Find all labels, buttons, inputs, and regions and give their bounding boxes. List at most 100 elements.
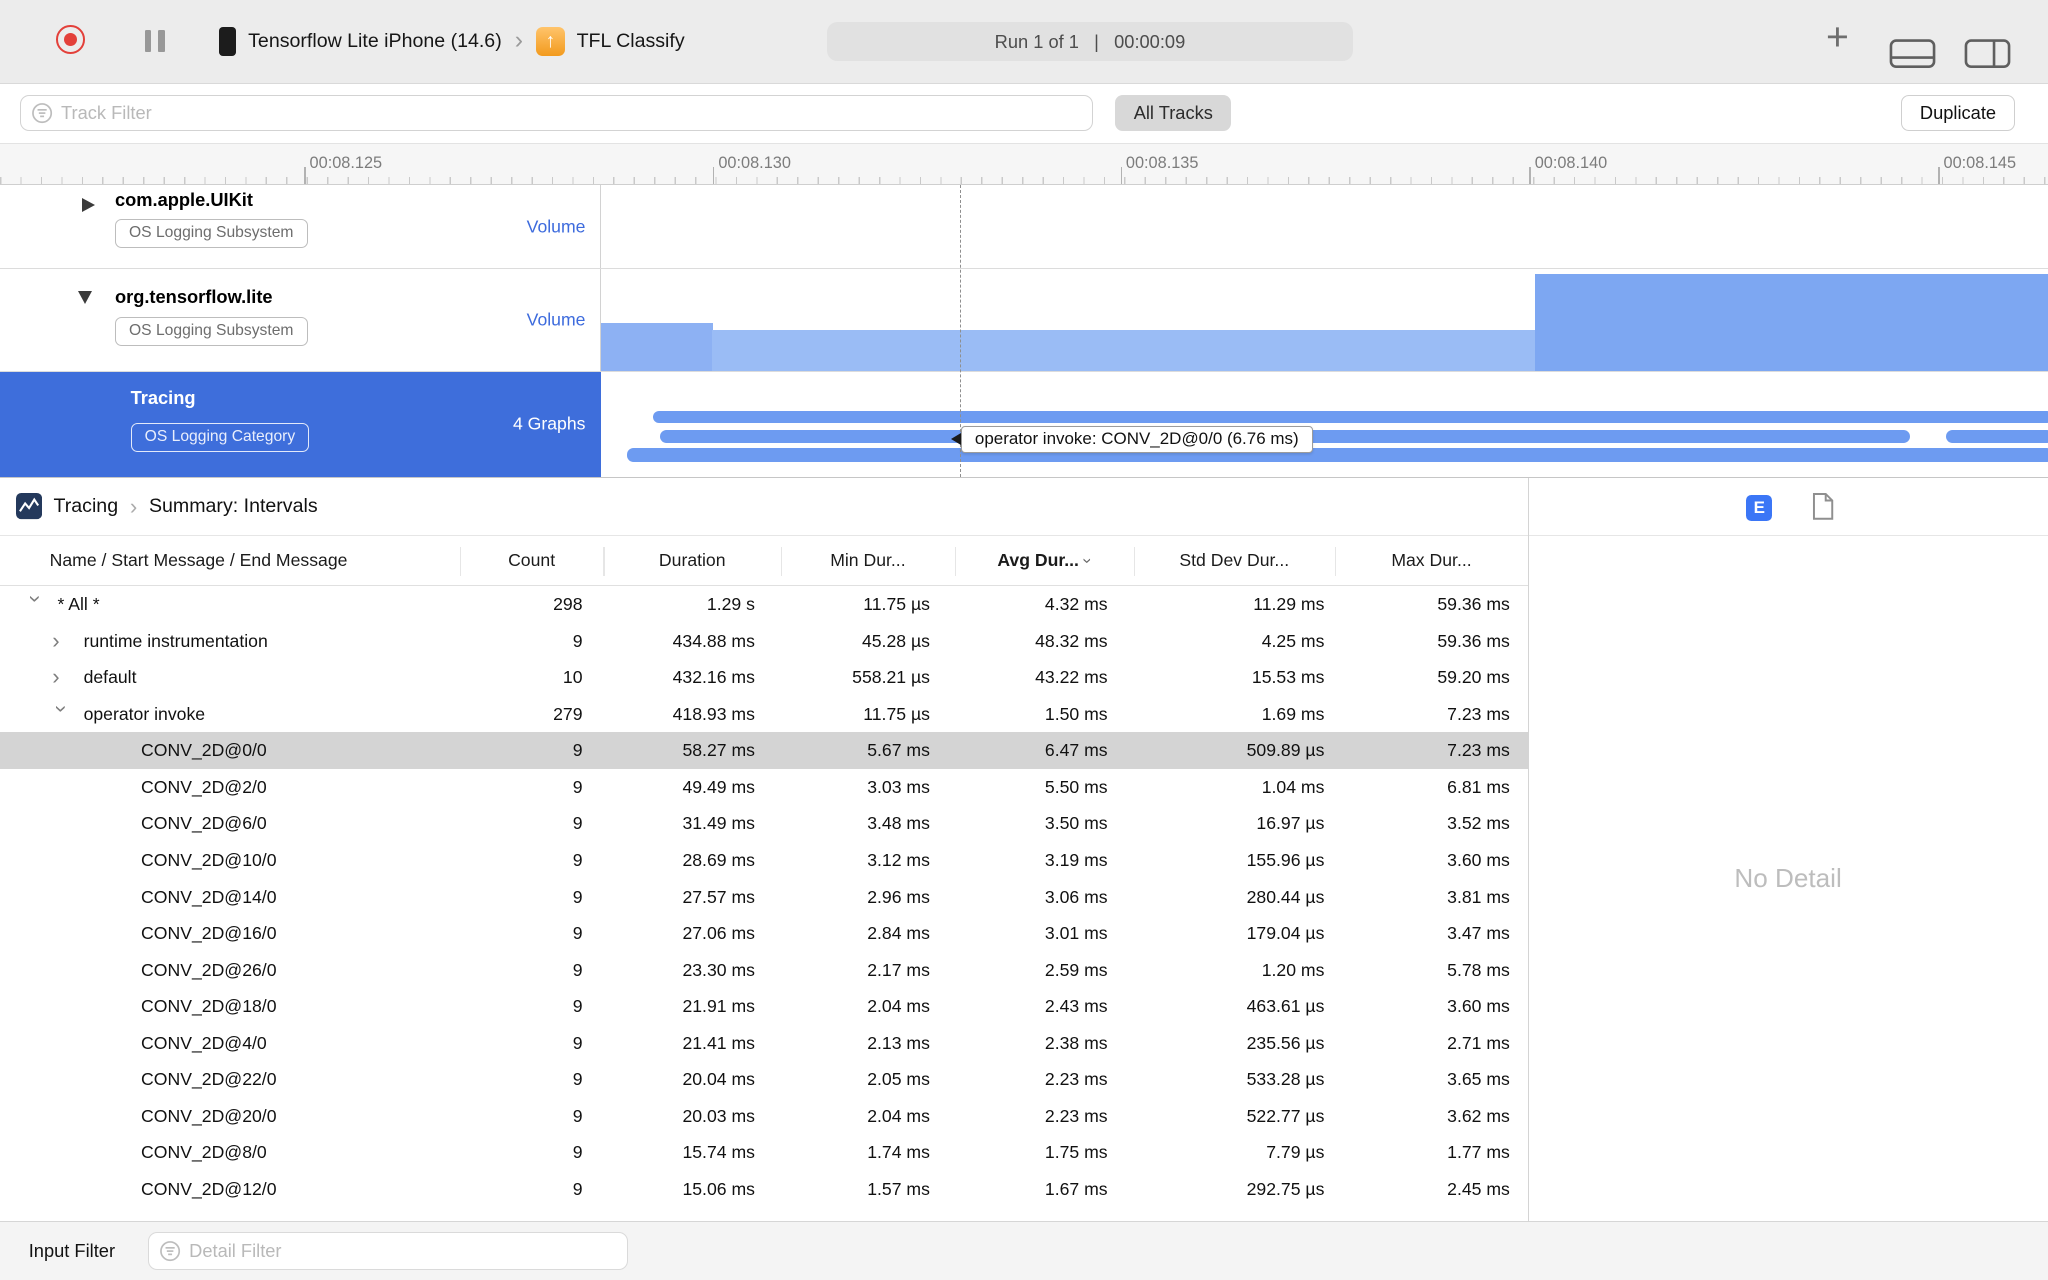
- all-tracks-button[interactable]: All Tracks: [1115, 95, 1232, 131]
- track-row-uikit[interactable]: com.apple.UIKit OS Logging Subsystem Vol…: [0, 185, 2048, 270]
- table-row[interactable]: › CONV_2D@0/0 9 58.27 ms 5.67 ms 6.47 ms…: [0, 732, 1529, 769]
- document-button[interactable]: [1812, 492, 1834, 526]
- detail-filter-input[interactable]: [189, 1240, 617, 1263]
- column-header-count[interactable]: Count: [460, 536, 604, 586]
- timeline-ruler[interactable]: 00:08.125 00:08.130 00:08.135 00:08.140 …: [0, 143, 2048, 186]
- track-row-tensorflow[interactable]: org.tensorflow.lite OS Logging Subsystem…: [0, 269, 2048, 373]
- track-name: org.tensorflow.lite: [114, 285, 273, 307]
- target-selector[interactable]: Tensorflow Lite iPhone (14.6) › ↑ TFL Cl…: [219, 0, 685, 84]
- pause-button[interactable]: [144, 30, 165, 53]
- interval-max-duration: 3.65 ms: [1447, 1069, 1510, 1090]
- track-filter-field[interactable]: [19, 94, 1094, 132]
- toggle-bottom-pane-button[interactable]: [1889, 38, 1936, 74]
- track-graph-style[interactable]: Volume: [527, 216, 586, 237]
- track-graph-style[interactable]: Volume: [527, 310, 586, 331]
- column-header-max[interactable]: Max Dur...: [1335, 536, 1528, 586]
- disclosure-chevron-icon[interactable]: ›: [52, 659, 83, 696]
- interval-duration: 15.06 ms: [682, 1179, 755, 1199]
- interval-stddev-duration: 11.29 ms: [1253, 594, 1325, 614]
- tooltip-text: operator invoke: CONV_2D@0/0 (6.76 ms): [960, 425, 1313, 453]
- interval-max-duration: 7.23 ms: [1447, 740, 1510, 761]
- table-row[interactable]: › operator invoke 279 418.93 ms 11.75 µs…: [0, 696, 1528, 733]
- intervals-table: Name / Start Message / End Message Count…: [0, 536, 1529, 1221]
- tracing-lane[interactable]: [653, 411, 2048, 424]
- table-row[interactable]: › * All * 298 1.29 s 11.75 µs 4.32 ms 11…: [0, 586, 1528, 623]
- volume-bar: [600, 322, 714, 372]
- breadcrumb-root[interactable]: Tracing: [54, 495, 119, 518]
- table-row[interactable]: › CONV_2D@10/0 9 28.69 ms 3.12 ms 3.19 m…: [0, 842, 1528, 879]
- interval-name: runtime instrumentation: [83, 630, 268, 651]
- column-header-std[interactable]: Std Dev Dur...: [1134, 536, 1335, 586]
- table-row[interactable]: › CONV_2D@18/0 9 21.91 ms 2.04 ms 2.43 m…: [0, 988, 1528, 1025]
- interval-duration: 20.03 ms: [682, 1105, 755, 1126]
- tracing-lane[interactable]: [626, 447, 2048, 463]
- major-tick: [1938, 167, 1940, 185]
- interval-avg-duration: 2.43 ms: [1044, 996, 1108, 1017]
- column-header-duration[interactable]: Duration: [603, 536, 781, 586]
- add-instrument-button[interactable]: +: [1826, 18, 1849, 57]
- interval-min-duration: 2.13 ms: [867, 1032, 930, 1053]
- interval-name: CONV_2D@14/0: [141, 886, 277, 907]
- disclosure-triangle-icon[interactable]: [78, 291, 93, 305]
- column-header-name[interactable]: Name / Start Message / End Message: [50, 536, 348, 586]
- pane-divider[interactable]: [1528, 477, 1530, 1223]
- extended-detail-button[interactable]: E: [1746, 494, 1773, 521]
- column-header-avg[interactable]: Avg Dur...›: [955, 536, 1134, 586]
- disclosure-chevron-icon[interactable]: ›: [52, 623, 83, 660]
- interval-avg-duration: 3.01 ms: [1044, 923, 1108, 944]
- interval-max-duration: 59.36 ms: [1437, 630, 1510, 651]
- table-row[interactable]: › CONV_2D@2/0 9 49.49 ms 3.03 ms 5.50 ms…: [0, 769, 1528, 806]
- duplicate-button[interactable]: Duplicate: [1900, 95, 2016, 131]
- track-name: Tracing: [130, 386, 196, 408]
- table-row[interactable]: › CONV_2D@16/0 9 27.06 ms 2.84 ms 3.01 m…: [0, 915, 1528, 952]
- table-row[interactable]: › CONV_2D@20/0 9 20.03 ms 2.04 ms 2.23 m…: [0, 1098, 1528, 1135]
- interval-min-duration: 45.28 µs: [861, 630, 930, 651]
- track-filter-input[interactable]: [61, 102, 1082, 125]
- table-row[interactable]: › CONV_2D@4/0 9 21.41 ms 2.13 ms 2.38 ms…: [0, 1025, 1528, 1062]
- run-status[interactable]: Run 1 of 1 | 00:00:09: [826, 22, 1354, 62]
- table-row[interactable]: › CONV_2D@14/0 9 27.57 ms 2.96 ms 3.06 m…: [0, 879, 1528, 916]
- track-graph-count: 4 Graphs: [512, 413, 586, 434]
- track-graph[interactable]: [600, 185, 2048, 269]
- major-tick: [304, 167, 306, 185]
- interval-duration: 15.74 ms: [682, 1142, 755, 1163]
- instruments-window: Tensorflow Lite iPhone (14.6) › ↑ TFL Cl…: [0, 0, 2048, 1280]
- track-graph[interactable]: [600, 269, 2048, 372]
- interval-stddev-duration: 1.69 ms: [1261, 703, 1325, 724]
- interval-count: 9: [572, 996, 583, 1017]
- disclosure-chevron-icon[interactable]: ›: [17, 595, 54, 622]
- table-row[interactable]: › CONV_2D@6/0 9 31.49 ms 3.48 ms 3.50 ms…: [0, 805, 1528, 842]
- track-row-tracing[interactable]: Tracing OS Logging Category 4 Graphs: [0, 372, 2048, 477]
- interval-min-duration: 2.04 ms: [867, 996, 930, 1017]
- track-graph[interactable]: [600, 372, 2048, 477]
- interval-max-duration: 3.60 ms: [1447, 996, 1510, 1017]
- table-row[interactable]: › CONV_2D@26/0 9 23.30 ms 2.17 ms 2.59 m…: [0, 952, 1528, 989]
- track-name: com.apple.UIKit: [114, 189, 253, 211]
- pause-bar-icon: [144, 30, 152, 53]
- disclosure-chevron-icon[interactable]: ›: [43, 705, 80, 732]
- table-row[interactable]: › CONV_2D@12/0 9 15.06 ms 1.57 ms 1.67 m…: [0, 1171, 1528, 1208]
- interval-name: operator invoke: [83, 703, 206, 724]
- track-header: Tracing OS Logging Category 4 Graphs: [0, 372, 601, 477]
- interval-name: CONV_2D@8/0: [141, 1142, 267, 1163]
- detail-filter-field[interactable]: [147, 1232, 629, 1271]
- breadcrumb-page[interactable]: Summary: Intervals: [149, 495, 318, 518]
- record-button[interactable]: [56, 24, 85, 54]
- table-row[interactable]: › CONV_2D@8/0 9 15.74 ms 1.74 ms 1.75 ms…: [0, 1134, 1528, 1171]
- bottom-bar: Input Filter: [0, 1221, 2048, 1280]
- column-header-min[interactable]: Min Dur...: [781, 536, 955, 586]
- toggle-right-pane-button[interactable]: [1964, 38, 2011, 74]
- interval-avg-duration: 48.32 ms: [1035, 630, 1108, 651]
- interval-duration: 434.88 ms: [672, 630, 755, 651]
- table-row[interactable]: › default 10 432.16 ms 558.21 µs 43.22 m…: [0, 659, 1528, 696]
- interval-stddev-duration: 509.89 µs: [1246, 740, 1325, 761]
- disclosure-triangle-icon[interactable]: [82, 198, 96, 213]
- table-row[interactable]: › CONV_2D@22/0 9 20.04 ms 2.05 ms 2.23 m…: [0, 1061, 1528, 1098]
- interval-count: 9: [572, 740, 583, 761]
- interval-avg-duration: 2.38 ms: [1044, 1032, 1108, 1053]
- jump-bar: Tracing › Summary: Intervals E: [0, 478, 2048, 537]
- interval-max-duration: 7.23 ms: [1447, 703, 1510, 724]
- table-row[interactable]: › runtime instrumentation 9 434.88 ms 45…: [0, 623, 1528, 660]
- interval-name: CONV_2D@16/0: [141, 923, 277, 944]
- tracing-lane[interactable]: [1946, 429, 2048, 443]
